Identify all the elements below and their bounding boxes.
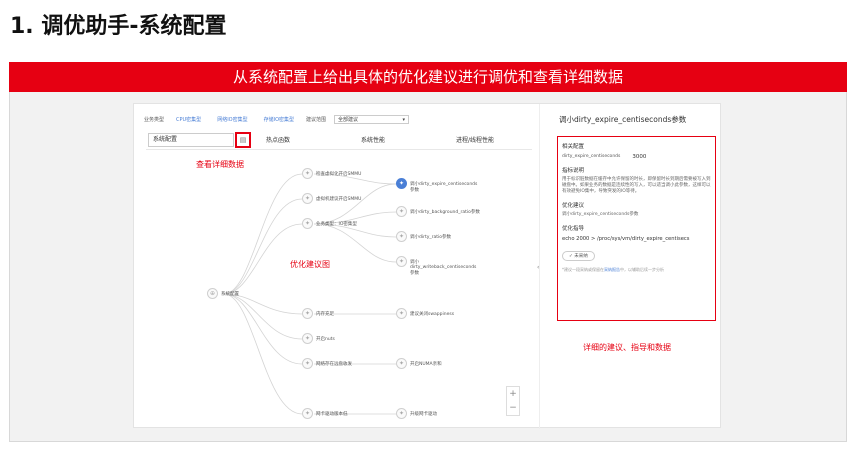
guide-command: echo 2000 > /proc/sys/vm/dirty_expire_ce… [562, 236, 690, 242]
chevron-left-icon[interactable]: ‹ [537, 264, 539, 271]
suggest-text: 调小dirty_expire_centiseconds参数 [562, 212, 639, 217]
foot-prefix: *建议一段采纳或保留在 [562, 267, 604, 272]
bulb-icon[interactable]: ✦ [396, 358, 407, 369]
left-panel: 业务类型 CPU密集型 网络IO密集型 存储IO密集型 建议范围 全部建议 ▾ 系… [134, 104, 540, 429]
bulb-icon[interactable]: ✦ [302, 218, 313, 229]
tuning-assistant-window: 业务类型 CPU密集型 网络IO密集型 存储IO密集型 建议范围 全部建议 ▾ 系… [133, 103, 722, 429]
suggest-header: 优化建议 [562, 203, 585, 209]
branch-label: 网络存在远盘收发 [316, 362, 352, 367]
collect-button-label: 未采纳 [574, 254, 588, 259]
plus-icon[interactable]: + [507, 387, 519, 401]
detail-panel: 调小dirty_expire_centiseconds参数 相关配置 dirty… [544, 104, 722, 429]
bulb-icon[interactable]: ✦ [302, 308, 313, 319]
desc-text: 用于标识脏数据在缓存中允许保留的时长，即保留时长到期后需要被写入到磁盘中。如果业… [562, 177, 711, 194]
bulb-icon[interactable]: ✦ [396, 231, 407, 242]
bulb-icon[interactable]: ✦ [396, 206, 407, 217]
bulb-icon[interactable]: ✦ [396, 408, 407, 419]
config-row: dirty_expire_centiseconds 3000 [562, 154, 711, 160]
branch-label: 内存充足 [316, 312, 334, 317]
root-node-icon[interactable]: ⊕ [207, 288, 218, 299]
bulb-icon[interactable]: ✦ [396, 308, 407, 319]
foot-note: *建议一段采纳或保留在采纳报告中，以辅助后续一步分析 [562, 267, 711, 273]
slide-title: 1. 调优助手-系统配置 [10, 14, 227, 39]
leaf-label: 调小dirty_ratio参数 [410, 235, 452, 240]
bulb-icon[interactable]: ✦ [396, 178, 407, 189]
branch-label: 开启nuts [316, 337, 335, 342]
report-link[interactable]: 采纳报告 [604, 267, 620, 272]
bulb-icon[interactable]: ✦ [302, 193, 313, 204]
minus-icon[interactable]: − [507, 401, 519, 415]
leaf-label: 建议关闭swappiness [410, 312, 455, 317]
foot-suffix: 中，以辅助后续一步分析 [620, 267, 664, 272]
leaf-label: 调小dirty_background_ratio参数 [410, 210, 480, 215]
branch-label: 虚拟机建议开启SMMU [316, 197, 362, 202]
config-header: 相关配置 [562, 144, 585, 150]
desc-header: 指标说明 [562, 168, 585, 174]
branch-label: 网卡驱动版本低 [316, 412, 348, 417]
banner: 从系统配置上给出具体的优化建议进行调优和查看详细数据 [9, 62, 847, 92]
detail-title: 调小dirty_expire_centiseconds参数 [559, 115, 687, 124]
leaf-label: 开启NUMA亲和 [410, 362, 442, 367]
root-node-label: 系统配置 [221, 292, 239, 297]
bulb-icon[interactable]: ✦ [396, 256, 407, 267]
detail-guide-annotation: 详细的建议、指导和数据 [583, 343, 671, 352]
collect-button[interactable]: ✓ 未采纳 [562, 251, 595, 261]
branch-label: 业务类型：IO密集型 [316, 222, 357, 227]
leaf-label: 升级网卡驱动 [410, 412, 437, 417]
bulb-icon[interactable]: ✦ [302, 408, 313, 419]
config-key: dirty_expire_centiseconds [562, 154, 621, 159]
bulb-icon[interactable]: ✦ [302, 333, 313, 344]
guide-header: 优化指导 [562, 226, 585, 232]
leaf-label: 调小dirty_expire_centiseconds参数 [410, 182, 478, 193]
bulb-icon[interactable]: ✦ [302, 358, 313, 369]
config-value: 3000 [632, 154, 647, 160]
branch-label: 检查虚拟化开启SMMU [316, 172, 362, 177]
bulb-icon[interactable]: ✦ [302, 168, 313, 179]
zoom-controls: + − [506, 386, 520, 416]
leaf-label: 调小dirty_writeback_centiseconds参数 [410, 260, 477, 276]
detail-box: 相关配置 dirty_expire_centiseconds 3000 指标说明… [557, 136, 716, 321]
